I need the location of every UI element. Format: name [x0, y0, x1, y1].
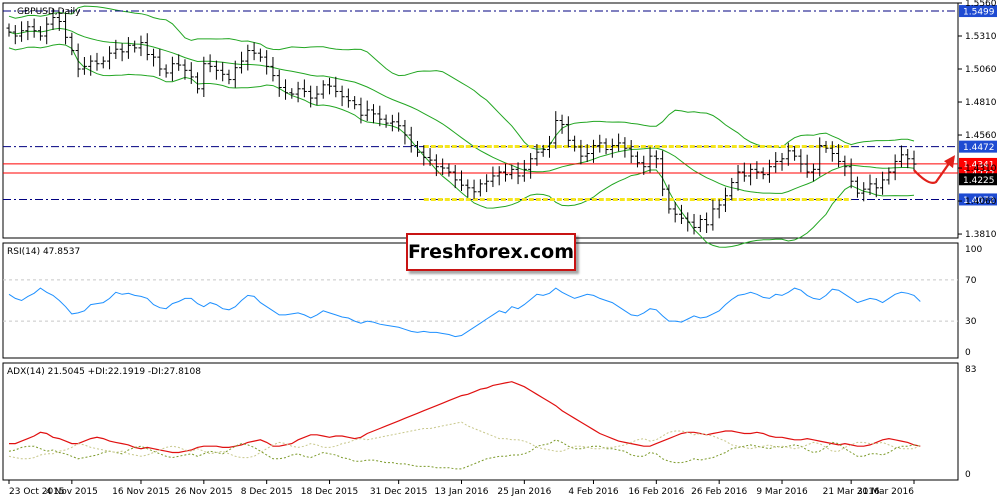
price-tick-label: 1.5560: [965, 0, 997, 9]
x-tick-label: 18 Dec 2015: [301, 487, 359, 497]
x-tick-label: 31 Dec 2015: [370, 487, 428, 497]
x-tick-label: 13 Jan 2016: [435, 487, 489, 497]
freshforex-watermark-text: Freshforex.com: [407, 241, 575, 263]
x-tick-label: 16 Nov 2015: [112, 487, 170, 497]
x-tick-label: 26 Feb 2016: [691, 487, 747, 497]
x-tick-label: 31 Mar 2016: [857, 487, 914, 497]
rsi-tick-label: 100: [965, 245, 982, 255]
price-tick-label: 1.4810: [965, 98, 997, 108]
pane-adx: [2, 362, 959, 481]
adx-tick-label: 0: [965, 470, 971, 480]
x-tick-label: 25 Jan 2016: [497, 487, 551, 497]
x-tick-label: 16 Feb 2016: [628, 487, 684, 497]
price-tick-label: 1.4310: [965, 164, 997, 174]
price-tick-label: 1.4560: [965, 131, 997, 141]
price-tick-label: 1.5060: [965, 65, 997, 75]
rsi-tick-label: 70: [965, 276, 977, 286]
pane-main: [2, 2, 959, 239]
adx-title: ADX(14) 21.5045 +DI:22.1919 -DI:27.8108: [7, 367, 201, 377]
level-label: 1.4225: [963, 176, 995, 186]
x-tick-label: 8 Dec 2015: [241, 487, 293, 497]
price-tick-label: 1.5310: [965, 32, 997, 42]
rsi-tick-label: 30: [965, 317, 977, 327]
freshforex-watermark: Freshforex.com: [406, 233, 576, 271]
rsi-tick-label: 0: [965, 348, 971, 358]
x-tick-label: 4 Nov 2015: [46, 487, 98, 497]
x-tick-label: 9 Mar 2016: [756, 487, 808, 497]
rsi-title: RSI(14) 47.8537: [7, 247, 80, 257]
price-tick-label: 1.4060: [965, 197, 997, 207]
x-tick-label: 4 Feb 2016: [568, 487, 619, 497]
main-chart-title: GBPUSD,Daily: [17, 7, 81, 17]
price-tick-label: 1.3810: [965, 230, 997, 240]
x-tick-label: 26 Nov 2015: [175, 487, 233, 497]
adx-tick-label: 83: [965, 365, 976, 375]
level-label: 1.4472: [963, 143, 995, 153]
level-label: 1.5499: [963, 8, 995, 18]
chart-root: 1.54991.44721.43411.42721.42251.4072 23 …: [0, 0, 1000, 500]
